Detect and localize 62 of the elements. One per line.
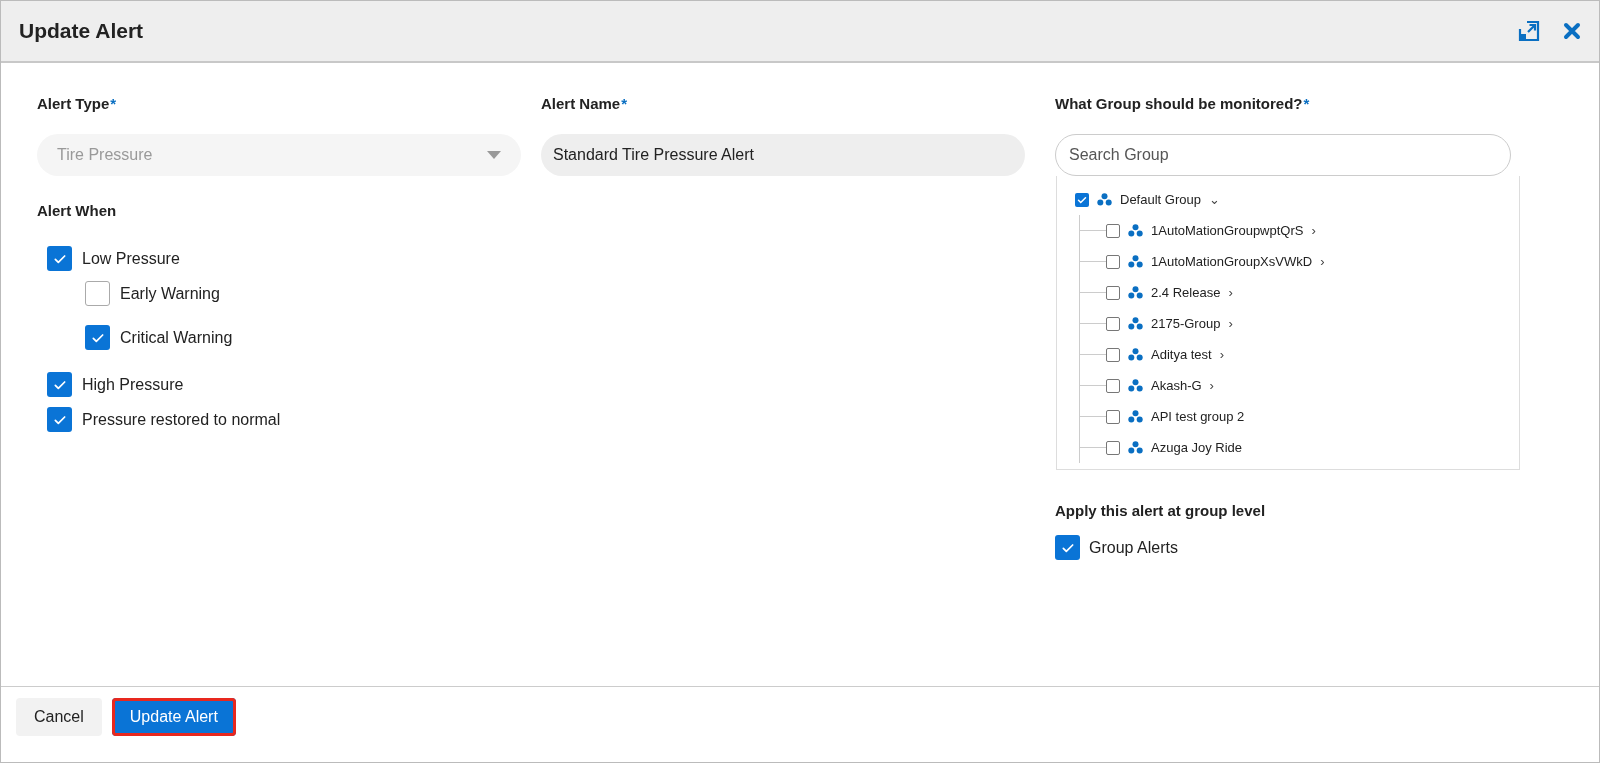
field-label: Alert Type bbox=[37, 95, 110, 112]
expand-toggle[interactable]: › bbox=[1311, 223, 1316, 238]
checkbox-label: Early Warning bbox=[120, 284, 220, 303]
checkbox-label: Critical Warning bbox=[120, 328, 233, 347]
section-label: Alert When bbox=[37, 202, 117, 219]
tree-item[interactable]: Akash-G bbox=[1151, 378, 1202, 393]
group-icon bbox=[1128, 441, 1143, 454]
dropdown-caret-icon bbox=[487, 151, 501, 159]
checkbox[interactable] bbox=[1106, 223, 1120, 238]
checkbox[interactable] bbox=[47, 372, 72, 397]
alert-name-field[interactable]: Standard Tire Pressure Alert bbox=[541, 134, 1025, 176]
required-mark: * bbox=[621, 95, 628, 112]
group-icon bbox=[1128, 224, 1143, 237]
checkbox[interactable] bbox=[47, 407, 72, 432]
group-icon bbox=[1128, 255, 1143, 268]
group-icon bbox=[1097, 193, 1112, 206]
checkbox-label: Pressure restored to normal bbox=[82, 410, 281, 429]
checkbox[interactable] bbox=[1106, 409, 1120, 424]
group-icon bbox=[1128, 379, 1143, 392]
checkbox-label: Low Pressure bbox=[82, 249, 180, 268]
expand-toggle[interactable]: › bbox=[1219, 347, 1225, 362]
tree-item[interactable]: Azuga Joy Ride bbox=[1151, 440, 1243, 455]
checkbox[interactable] bbox=[1106, 254, 1120, 269]
tree-item[interactable]: 1AutoMationGroupwptQrS bbox=[1151, 223, 1304, 238]
checkbox[interactable] bbox=[85, 325, 110, 350]
checkbox[interactable] bbox=[1106, 347, 1120, 362]
field-label: Alert Name bbox=[541, 95, 621, 112]
tree-item[interactable]: API test group 2 bbox=[1151, 409, 1245, 424]
checkbox[interactable] bbox=[1106, 285, 1120, 300]
tree-item[interactable]: 2175-Group bbox=[1151, 316, 1221, 331]
tree-item[interactable]: 2.4 Release bbox=[1151, 285, 1221, 300]
search-field[interactable]: Search Group bbox=[1055, 134, 1511, 176]
checkbox[interactable] bbox=[85, 281, 110, 306]
expand-icon[interactable] bbox=[1517, 19, 1541, 43]
required-mark: * bbox=[1303, 95, 1310, 112]
tree-item[interactable]: 1AutoMationGroupXsVWkD bbox=[1151, 254, 1313, 269]
checkbox-label: Group Alerts bbox=[1089, 538, 1178, 557]
checkbox[interactable] bbox=[1106, 378, 1120, 393]
expand-toggle[interactable]: › bbox=[1209, 378, 1214, 393]
group-icon bbox=[1128, 286, 1143, 299]
expand-toggle[interactable]: › bbox=[1320, 254, 1325, 269]
group-icon bbox=[1128, 410, 1143, 423]
checkbox[interactable] bbox=[1075, 192, 1089, 207]
section-label: Apply this alert at group level bbox=[1055, 502, 1266, 519]
update-button[interactable]: Update Alert bbox=[111, 698, 236, 736]
checkbox[interactable] bbox=[1106, 440, 1120, 455]
dialog-title: Update Alert bbox=[19, 19, 145, 43]
tree-item[interactable]: Default Group bbox=[1120, 192, 1201, 207]
expand-toggle[interactable]: › bbox=[1228, 316, 1233, 331]
expand-toggle[interactable]: ⌄ bbox=[1208, 192, 1220, 207]
cancel-button[interactable]: Cancel bbox=[16, 698, 102, 736]
checkbox[interactable] bbox=[1106, 316, 1120, 331]
group-icon bbox=[1128, 348, 1143, 361]
field-label: What Group should be monitored? bbox=[1055, 95, 1303, 112]
expand-toggle[interactable]: › bbox=[1228, 285, 1233, 300]
required-mark: * bbox=[110, 95, 117, 112]
group-icon bbox=[1128, 317, 1143, 330]
tree-item[interactable]: Aditya test bbox=[1151, 347, 1212, 362]
checkbox[interactable] bbox=[47, 246, 72, 271]
checkbox[interactable] bbox=[1055, 535, 1080, 560]
checkbox-label: High Pressure bbox=[82, 375, 184, 394]
close-icon[interactable] bbox=[1563, 22, 1581, 40]
